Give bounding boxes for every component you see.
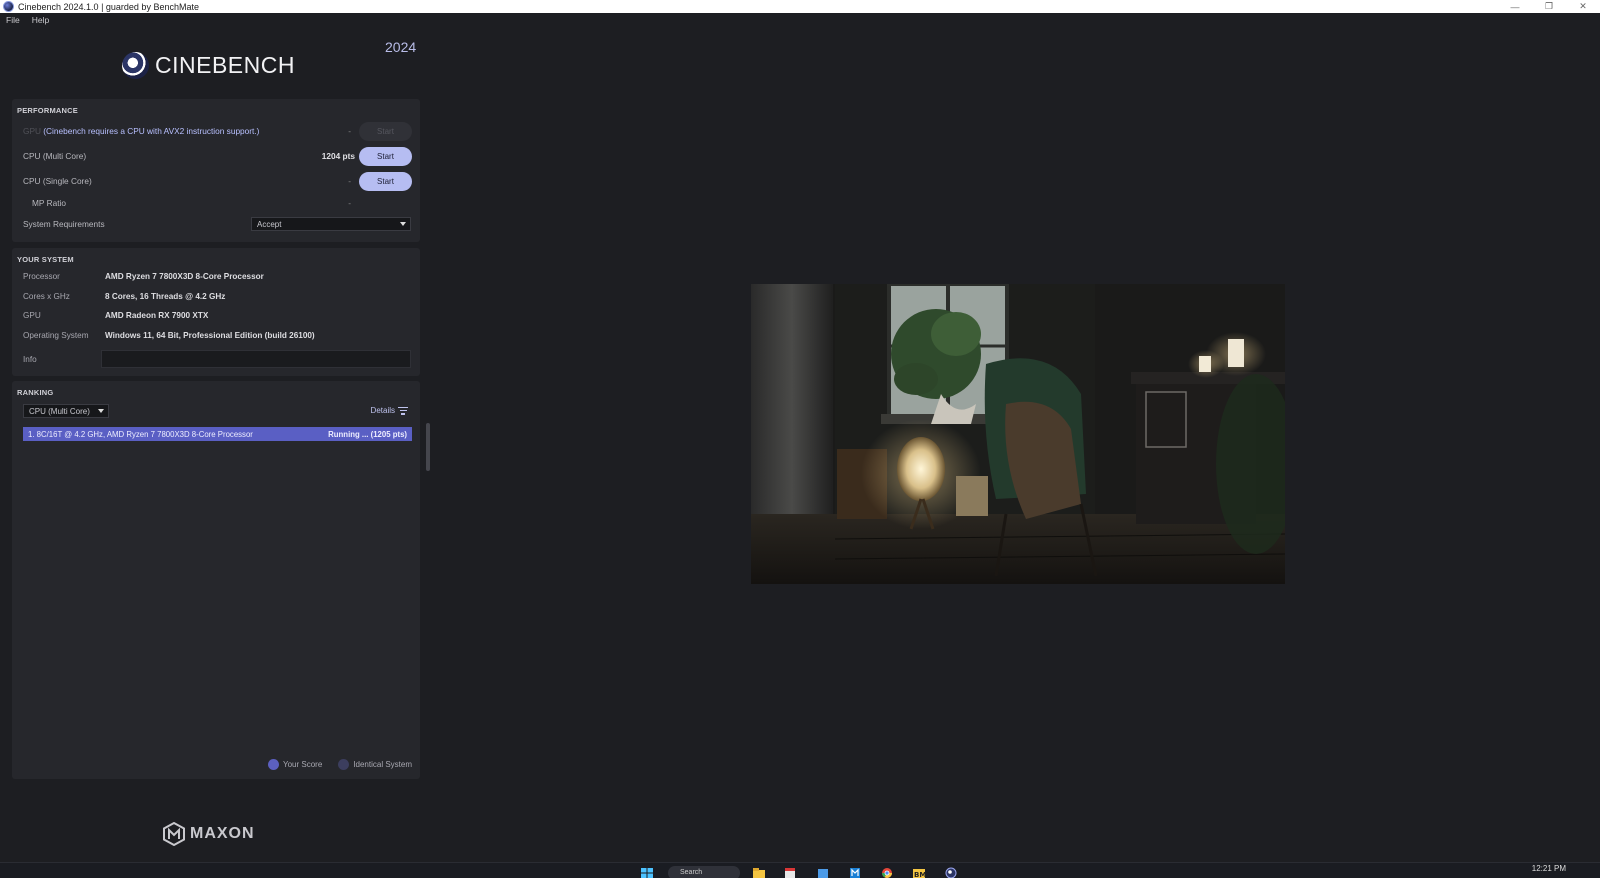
cpu-single-row: CPU (Single Core) - Start [23, 171, 412, 191]
performance-title: PERFORMANCE [17, 106, 78, 115]
system-row: Cores x GHz 8 Cores, 16 Threads @ 4.2 GH… [23, 287, 225, 305]
menu-file[interactable]: File [0, 13, 26, 28]
system-value: Windows 11, 64 Bit, Professional Edition… [105, 330, 315, 340]
sysreq-select[interactable]: Accept [251, 217, 411, 231]
benchmate-icon[interactable]: BM [912, 867, 926, 878]
ranking-filter-select[interactable]: CPU (Multi Core) [23, 404, 109, 418]
file-explorer-icon[interactable] [752, 867, 766, 878]
gpu-score: - [348, 126, 351, 136]
maxon-logo-icon [163, 822, 185, 846]
system-row: GPU AMD Radeon RX 7900 XTX [23, 306, 208, 324]
title-bar: Cinebench 2024.1.0 | guarded by BenchMat… [0, 0, 1600, 13]
mail-icon[interactable] [848, 867, 862, 878]
render-viewport [751, 284, 1285, 584]
ranking-panel: RANKING CPU (Multi Core) Details 1. 8C/1… [12, 381, 420, 779]
your-score-dot-icon [268, 759, 279, 770]
cpu-multi-start-button[interactable]: Start [359, 146, 412, 166]
mp-ratio-row: MP Ratio - [23, 193, 412, 213]
menu-bar: File Help [0, 13, 55, 28]
cpu-single-score: - [348, 176, 351, 186]
close-button[interactable]: ✕ [1566, 0, 1600, 13]
system-key: GPU [23, 310, 41, 320]
maxon-logo: MAXON [163, 822, 255, 846]
cinebench-logo: CINEBENCH [122, 52, 295, 79]
system-key: Processor [23, 271, 60, 281]
window-controls: — ❐ ✕ [1498, 0, 1600, 13]
system-key: Operating System [23, 330, 89, 340]
system-row: Operating System Windows 11, 64 Bit, Pro… [23, 326, 315, 344]
taskbar-search-input[interactable]: Search [668, 866, 740, 878]
identical-system-dot-icon [338, 759, 350, 770]
legend-your-score: Your Score [283, 760, 323, 769]
chevron-down-icon [98, 409, 104, 413]
menu-help[interactable]: Help [26, 13, 55, 28]
taskbar: Search BM 12:21 PM [0, 862, 1600, 878]
details-label: Details [370, 406, 395, 415]
system-value: AMD Ryzen 7 7800X3D 8-Core Processor [105, 271, 264, 281]
system-value: AMD Radeon RX 7900 XTX [105, 310, 209, 320]
chevron-down-icon [400, 222, 406, 226]
cinebench-app-icon [3, 1, 14, 12]
cpu-multi-row: CPU (Multi Core) 1204 pts Start [23, 146, 412, 166]
cpu-multi-score: 1204 pts [321, 151, 355, 161]
version-year: 2024 [385, 39, 417, 55]
ranking-list-item[interactable]: 1. 8C/16T @ 4.2 GHz, AMD Ryzen 7 7800X3D… [23, 427, 412, 441]
info-row: Info [23, 350, 105, 368]
gpu-start-button[interactable]: Start [359, 121, 412, 141]
gpu-row: GPU (Cinebench requires a CPU with AVX2 … [23, 121, 412, 141]
ranking-item-status: Running ... (1205 pts) [328, 429, 407, 439]
your-system-title: YOUR SYSTEM [17, 255, 74, 264]
logo-text: CINEBENCH [155, 52, 295, 78]
system-value: 8 Cores, 16 Threads @ 4.2 GHz [105, 291, 226, 301]
render-scene-image [751, 284, 1285, 584]
panel-scrollbar[interactable] [426, 423, 430, 471]
calendar-app-icon[interactable] [783, 867, 797, 878]
gpu-avx2-message: (Cinebench requires a CPU with AVX2 inst… [43, 126, 260, 136]
mp-ratio-label: MP Ratio [32, 198, 66, 208]
ranking-legend: Your Score Identical System [268, 759, 412, 770]
taskbar-clock: 12:21 PM [1531, 864, 1566, 873]
cinebench-logo-icon [122, 52, 149, 79]
window-title: Cinebench 2024.1.0 | guarded by BenchMat… [18, 1, 199, 12]
info-label: Info [23, 354, 37, 364]
details-button[interactable]: Details [371, 406, 408, 415]
your-system-panel: YOUR SYSTEM Processor AMD Ryzen 7 7800X3… [12, 248, 420, 376]
cpu-single-start-button[interactable]: Start [359, 171, 412, 191]
chrome-icon[interactable] [880, 867, 894, 878]
restore-button[interactable]: ❐ [1532, 0, 1566, 13]
legend-identical-system: Identical System [353, 760, 412, 769]
ranking-item-name: 1. 8C/16T @ 4.2 GHz, AMD Ryzen 7 7800X3D… [28, 429, 253, 439]
system-key: Cores x GHz [23, 291, 70, 301]
maxon-logo-text: MAXON [190, 825, 255, 842]
filter-icon [398, 406, 408, 415]
sysreq-value: Accept [257, 219, 282, 229]
cinebench-taskbar-icon[interactable] [944, 867, 958, 878]
gpu-label: GPU [23, 126, 41, 136]
mp-ratio-score: - [348, 198, 351, 208]
cpu-multi-label: CPU (Multi Core) [23, 151, 87, 161]
performance-panel: PERFORMANCE GPU (Cinebench requires a CP… [12, 99, 420, 242]
minimize-button[interactable]: — [1498, 0, 1532, 13]
windows-start-icon[interactable] [640, 867, 654, 878]
store-icon[interactable] [816, 867, 830, 878]
system-row: Processor AMD Ryzen 7 7800X3D 8-Core Pro… [23, 267, 264, 285]
ranking-title: RANKING [17, 388, 54, 397]
info-input[interactable] [101, 350, 411, 368]
cpu-single-label: CPU (Single Core) [23, 176, 92, 186]
ranking-filter-value: CPU (Multi Core) [29, 406, 90, 416]
svg-text:BM: BM [914, 871, 926, 878]
